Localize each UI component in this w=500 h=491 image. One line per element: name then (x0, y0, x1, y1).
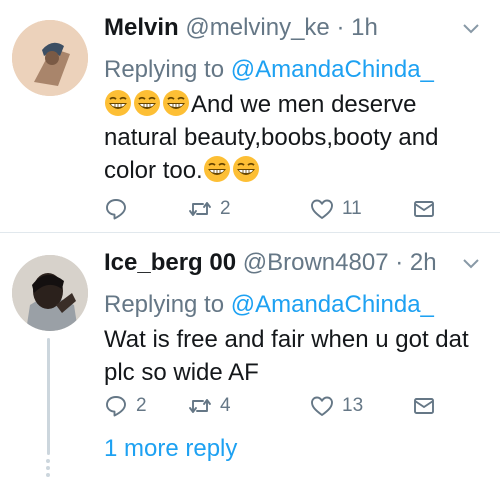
direct-message-button[interactable] (412, 194, 436, 224)
mention-link[interactable]: @AmandaChinda_ (231, 56, 434, 83)
retweet-count: 2 (220, 198, 231, 219)
tweet-ice-berg[interactable]: Ice_berg 00 @Brown4807 · 2h Replying to … (0, 232, 500, 491)
like-button[interactable]: 11 (310, 194, 362, 224)
retweet-button[interactable]: 4 (188, 391, 231, 421)
retweet-button[interactable]: 2 (188, 194, 231, 224)
replying-prefix: Replying to (104, 56, 231, 83)
mention-link[interactable]: @AmandaChinda_ (231, 291, 434, 318)
timestamp[interactable]: 1h (351, 14, 378, 41)
grinning-squinting-face-icon (232, 155, 260, 183)
grinning-squinting-face-icon (162, 89, 190, 117)
tweet-text: And we men deserve natural beauty,boobs,… (104, 88, 484, 187)
grinning-squinting-face-icon (133, 89, 161, 117)
retweet-count: 4 (220, 395, 231, 416)
reply-icon (106, 199, 126, 220)
timestamp[interactable]: 2h (410, 249, 437, 276)
replying-to: Replying to @AmandaChinda_ (104, 291, 434, 319)
replying-to: Replying to @AmandaChinda_ (104, 56, 434, 84)
tweet-text: Wat is free and fair when u got dat plc … (104, 323, 484, 389)
heart-icon (311, 396, 333, 416)
thread-dots (46, 459, 51, 480)
reply-button[interactable]: 2 (104, 391, 147, 421)
retweet-icon (189, 202, 211, 216)
more-replies-link[interactable]: 1 more reply (104, 435, 237, 463)
text-line-1: Wat is free and fair when u got dat (104, 326, 469, 353)
grinning-squinting-face-icon (203, 155, 231, 183)
tweet-header: Ice_berg 00 @Brown4807 · 2h (104, 249, 437, 277)
replying-prefix: Replying to (104, 291, 231, 318)
chevron-down-icon[interactable] (462, 22, 480, 36)
text-line-1: And we men deserve (104, 88, 484, 121)
envelope-icon (414, 201, 434, 217)
text-line-2: natural beauty,boobs,booty and (104, 124, 439, 151)
user-handle[interactable]: @melviny_ke (185, 14, 329, 41)
retweet-icon (189, 399, 211, 413)
grinning-squinting-face-icon (104, 89, 132, 117)
heart-icon (311, 199, 333, 219)
like-button[interactable]: 13 (310, 391, 363, 421)
reply-icon (106, 396, 126, 417)
tweet-actions: 2 4 13 (104, 391, 434, 421)
tweet-melvin[interactable]: Melvin @melviny_ke · 1h Replying to @Ama… (0, 0, 500, 232)
direct-message-button[interactable] (412, 391, 436, 421)
display-name[interactable]: Melvin (104, 14, 179, 41)
text-line-3: color too. (104, 154, 484, 187)
reply-count: 2 (136, 395, 147, 416)
reply-button[interactable] (104, 194, 136, 224)
like-count: 13 (342, 395, 364, 416)
tweet-actions: 2 11 (104, 194, 434, 224)
avatar[interactable] (12, 255, 88, 331)
display-name[interactable]: Ice_berg 00 (104, 249, 236, 276)
separator: · (395, 249, 404, 276)
separator: · (336, 14, 345, 41)
like-count: 11 (342, 198, 362, 219)
text-line-1-content: And we men deserve (191, 91, 417, 118)
avatar[interactable] (12, 20, 88, 96)
text-line-3-content: color too. (104, 157, 203, 184)
text-line-2: plc so wide AF (104, 359, 259, 386)
thread-line (47, 338, 50, 455)
envelope-icon (414, 398, 434, 414)
chevron-down-icon[interactable] (462, 257, 480, 271)
user-handle[interactable]: @Brown4807 (243, 249, 389, 276)
tweet-header: Melvin @melviny_ke · 1h (104, 14, 378, 42)
